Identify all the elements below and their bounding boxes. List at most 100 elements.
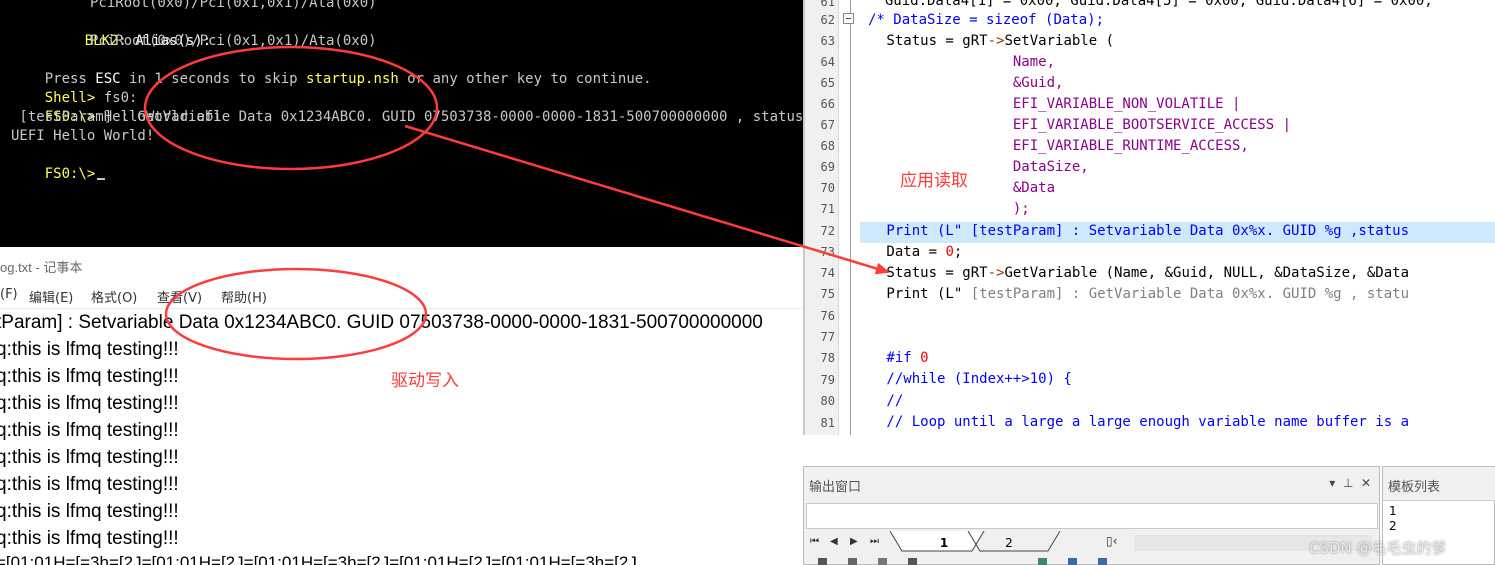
log-line: q:this is lfmq testing!!!	[0, 528, 179, 549]
press-text: or any other key to continue.	[398, 71, 652, 87]
code-editor[interactable]: 61 62 63 64 65 66 67 68 69 70 71 72 73 7…	[803, 0, 1495, 435]
notepad-title: og.txt - 记事本	[0, 260, 83, 275]
toolbar-icon[interactable]	[1068, 558, 1077, 565]
log-line: q:this is lfmq testing!!!	[0, 339, 179, 360]
code-token: ->	[987, 265, 1005, 281]
tab-prev-icon[interactable]: ◀	[830, 536, 838, 547]
code-token: Data =	[878, 244, 946, 260]
output-window-controls[interactable]: ▾ ⊥ ✕	[1329, 476, 1371, 490]
toolbar-icon[interactable]	[818, 558, 827, 565]
code-line: //while (Index++>10) {	[878, 371, 1072, 387]
terminal-line: PciRoot(0x0)/Pci(0x1,0x1)/Ata(0x0)	[90, 0, 377, 11]
line-number: 72	[820, 224, 835, 238]
line-number: 80	[820, 394, 835, 408]
menu-format[interactable]: 格式(O)	[91, 287, 137, 306]
code-line: //	[878, 393, 904, 409]
tab-next-icon[interactable]: ▶	[850, 536, 858, 547]
code-token: /* DataSize =	[868, 12, 987, 28]
log-line: =[01;01H=[=3h=[2J=[01;01H=[2J=[01;01H=[=…	[0, 553, 637, 565]
line-number: 74	[820, 266, 835, 280]
code-line: Name,	[878, 54, 1056, 70]
output-text-area[interactable]	[806, 503, 1378, 529]
log-line: q:this is lfmq testing!!!	[0, 501, 179, 522]
log-line: q:this is lfmq testing!!!	[0, 447, 179, 468]
line-number: 73	[820, 245, 835, 259]
line-number: 67	[820, 118, 835, 132]
line-number: 79	[820, 373, 835, 387]
menu-view[interactable]: 查看(V)	[157, 287, 202, 306]
annotation-label-app-read: 应用读取	[900, 171, 968, 191]
scroll-left-icon[interactable]: ▯‹	[1106, 534, 1117, 548]
output-tab-strip: ⏮ ◀ ▶ ⏭ 1 2 ▯‹	[804, 531, 1379, 555]
csdn-watermark: CSDN @毛毛虫的爹	[1309, 539, 1447, 557]
menu-edit[interactable]: 编辑(E)	[29, 287, 73, 306]
toolbar-icon[interactable]	[878, 558, 887, 565]
annotation-label-driver-write: 驱动写入	[391, 371, 459, 391]
output-tab-2[interactable]: 2	[979, 533, 1039, 553]
code-token: Status = gRT	[878, 265, 988, 281]
toolbar-icon[interactable]	[848, 558, 857, 565]
menu-help[interactable]: 帮助(H)	[221, 287, 267, 306]
log-line: q:this is lfmq testing!!!	[0, 420, 179, 441]
menu-file[interactable]: (F)	[0, 287, 18, 302]
fold-guide	[850, 0, 851, 435]
getvariable-output-line: [testParam] : GetVariable Data 0x1234ABC…	[11, 109, 803, 125]
code-line: #if 0	[878, 348, 928, 369]
hello-output-line: UEFI Hello World!	[11, 128, 155, 144]
terminal-cursor	[97, 178, 106, 180]
log-line: tParam] : Setvariable Data 0x1234ABC0. G…	[0, 312, 763, 333]
line-number: 78	[820, 351, 835, 365]
code-token: SetVariable (	[1004, 33, 1115, 49]
line-number: 64	[820, 55, 835, 69]
line-number-gutter: 61 62 63 64 65 66 67 68 69 70 71 72 73 7…	[805, 0, 839, 435]
code-line: EFI_VARIABLE_RUNTIME_ACCESS,	[878, 138, 1249, 154]
code-line: /* DataSize = sizeof (Data);	[868, 10, 1104, 31]
log-line: q:this is lfmq testing!!!	[0, 474, 179, 495]
fold-toggle-icon[interactable]	[843, 13, 854, 24]
code-token: (Data);	[1036, 12, 1105, 28]
press-text: in 1 seconds to skip	[120, 71, 307, 87]
code-line: Status = gRT->GetVariable (Name, &Guid, …	[878, 263, 1409, 284]
code-line: // Loop until a large a large enough var…	[878, 414, 1410, 430]
uefi-shell-terminal[interactable]: PciRoot(0x0)/Pci(0x1,0x1)/Ata(0x0) BLK2:…	[0, 0, 803, 247]
line-number: 69	[820, 160, 835, 174]
template-list-item[interactable]: 1	[1389, 504, 1397, 518]
code-line: Status = gRT->SetVariable (	[878, 31, 1114, 52]
line-number: 61	[820, 0, 835, 9]
code-token: 0	[945, 244, 954, 260]
code-token: Print (L"	[878, 286, 963, 302]
code-line: &Guid,	[878, 75, 1064, 91]
startup-file-text: startup.nsh	[306, 71, 399, 87]
notepad-window: og.txt - 记事本 (F) 编辑(E) 格式(O) 查看(V) 帮助(H)…	[0, 247, 803, 565]
code-line: );	[878, 201, 1030, 217]
toolbar-icon-strip	[818, 558, 1495, 565]
line-number: 68	[820, 139, 835, 153]
code-token: #if	[878, 350, 921, 366]
code-token: ;	[953, 244, 963, 260]
tab-last-icon[interactable]: ⏭	[870, 536, 879, 547]
code-line: Print (L" [testParam] : GetVariable Data…	[878, 284, 1409, 305]
output-tab-1[interactable]: 1	[914, 533, 974, 553]
code-token: [testParam] : GetVariable Data 0x%x. GUI…	[962, 286, 1410, 302]
line-number: 75	[820, 287, 835, 301]
template-list-title: 模板列表	[1383, 467, 1495, 501]
output-window: 输出窗口 ▾ ⊥ ✕ ⏮ ◀ ▶ ⏭ 1 2 ▯‹	[803, 466, 1380, 565]
toolbar-icon[interactable]	[1098, 558, 1107, 565]
tab-first-icon[interactable]: ⏮	[810, 536, 819, 547]
line-number: 65	[820, 76, 835, 90]
code-line: Data = 0;	[878, 242, 962, 263]
line-number: 70	[820, 181, 835, 195]
terminal-line[interactable]: FS0:\>	[11, 146, 106, 203]
log-line: q:this is lfmq testing!!!	[0, 366, 179, 387]
code-line: EFI_VARIABLE_NON_VOLATILE |	[878, 96, 1241, 112]
line-number: 62	[820, 13, 835, 27]
line-number: 81	[820, 416, 835, 430]
terminal-line: PciRoot(0x0)/Pci(0x1,0x1)/Ata(0x0)	[90, 33, 377, 49]
line-number: 66	[820, 97, 835, 111]
toolbar-icon[interactable]	[1038, 558, 1047, 565]
code-line: EFI_VARIABLE_BOOTSERVICE_ACCESS |	[878, 117, 1292, 133]
line-number: 71	[820, 202, 835, 216]
toolbar-icon[interactable]	[908, 558, 917, 565]
code-token: sizeof	[986, 12, 1037, 28]
template-list-item[interactable]: 2	[1389, 519, 1397, 533]
